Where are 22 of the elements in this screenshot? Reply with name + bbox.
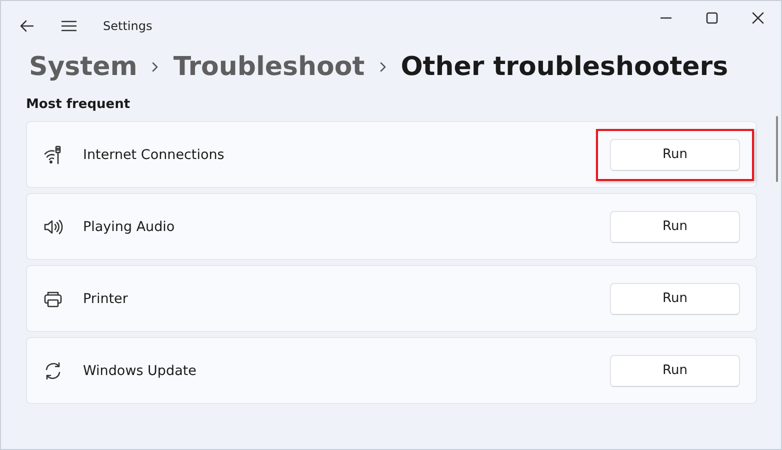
- breadcrumb-link[interactable]: System: [29, 52, 138, 82]
- chevron-icon: [378, 61, 387, 73]
- run-button[interactable]: Run: [610, 354, 740, 386]
- troubleshooter-name: Windows Update: [83, 362, 198, 378]
- window-title: Settings: [103, 19, 154, 33]
- close-icon: [752, 12, 764, 24]
- troubleshooter-name: Internet Connections: [83, 146, 226, 162]
- back-arrow-icon: [19, 18, 35, 34]
- troubleshooter-name: Playing Audio: [83, 218, 176, 234]
- troubleshooter-name: Printer: [83, 290, 129, 306]
- refresh-icon: [43, 360, 63, 380]
- menu-icon: [61, 18, 77, 34]
- run-button[interactable]: Run: [610, 210, 740, 242]
- maximize-icon: [706, 12, 718, 24]
- run-button[interactable]: Run: [610, 138, 740, 170]
- section-title: Most frequent: [26, 97, 132, 112]
- breadcrumb-link[interactable]: Troubleshoot: [173, 52, 365, 82]
- wifi-cable-icon: [43, 144, 63, 164]
- page-title: Other troubleshooters: [400, 52, 728, 82]
- chevron-icon: [151, 61, 160, 73]
- run-button[interactable]: Run: [610, 282, 740, 314]
- scrollbar[interactable]: [776, 116, 778, 182]
